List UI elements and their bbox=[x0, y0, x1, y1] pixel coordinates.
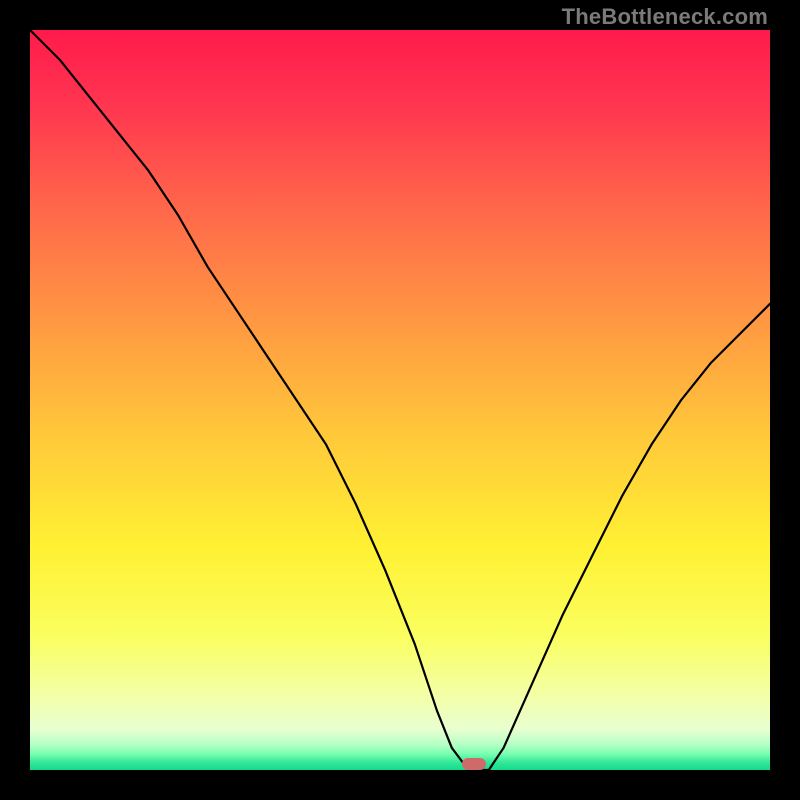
bottleneck-curve bbox=[30, 30, 770, 770]
plot-area bbox=[30, 30, 770, 770]
chart-frame: TheBottleneck.com bbox=[0, 0, 800, 800]
watermark-text: TheBottleneck.com bbox=[562, 4, 768, 30]
optimal-marker bbox=[462, 758, 486, 770]
